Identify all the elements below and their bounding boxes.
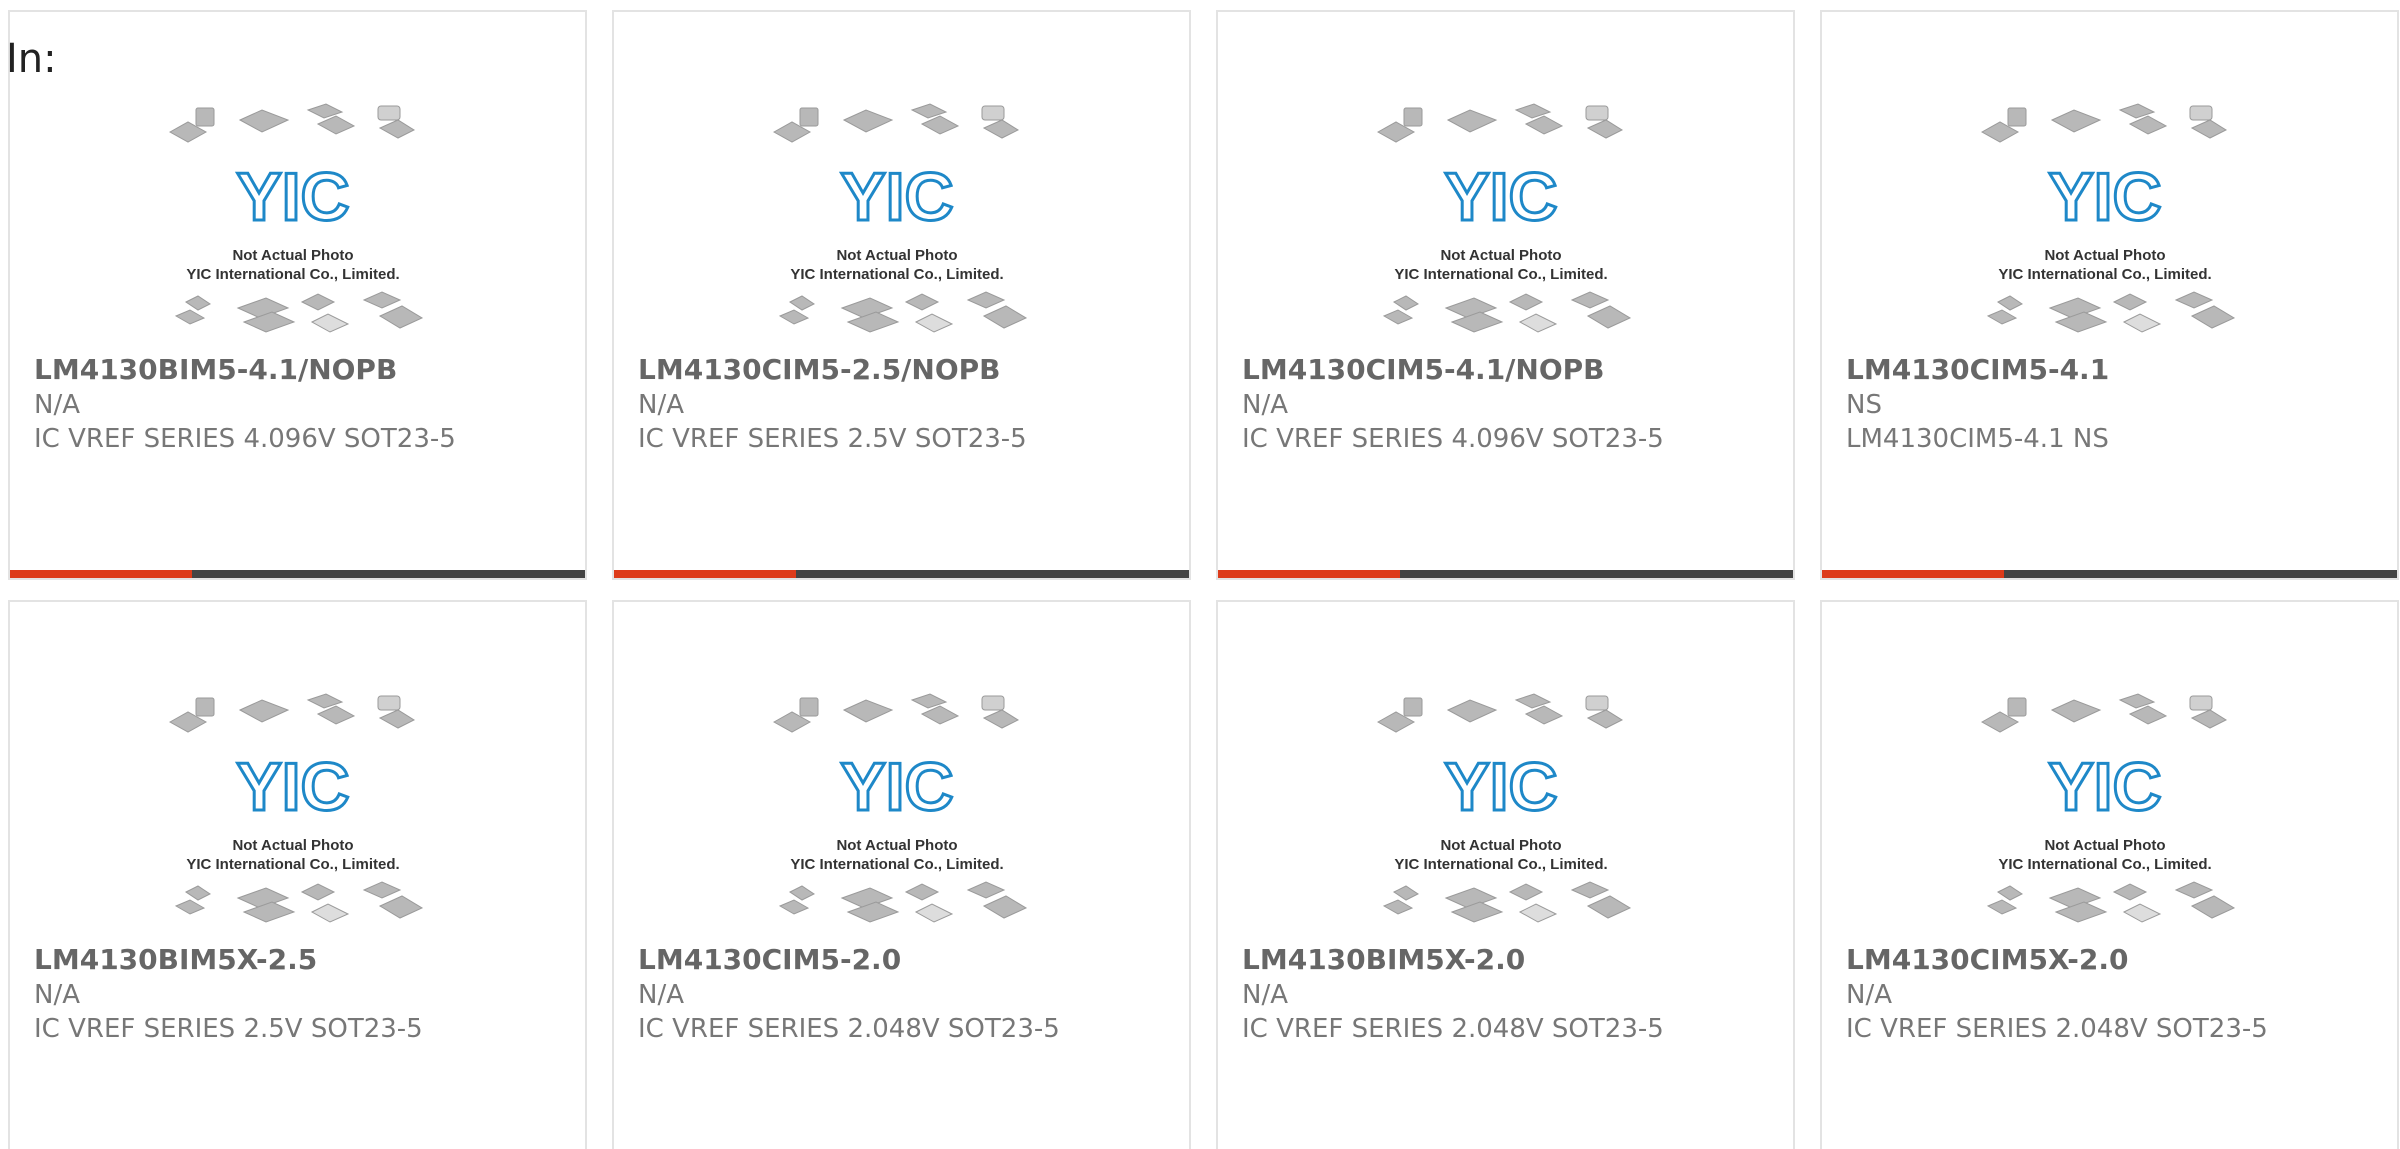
photo-caption-line2: YIC International Co., Limited. bbox=[1998, 266, 2211, 283]
product-photo[interactable]: YIC Not Actual Photo YIC International C… bbox=[1366, 692, 1636, 932]
photo-caption-line2: YIC International Co., Limited. bbox=[186, 856, 399, 873]
photo-caption-line2: YIC International Co., Limited. bbox=[186, 266, 399, 283]
product-card[interactable]: YIC Not Actual Photo YIC International C… bbox=[1820, 10, 2399, 580]
manufacturer: N/A bbox=[34, 980, 80, 1010]
in-label: In: bbox=[6, 36, 57, 82]
part-number[interactable]: LM4130CIM5-4.1/NOPB bbox=[1242, 352, 1781, 388]
manufacturer: N/A bbox=[638, 980, 684, 1010]
product-card[interactable]: YIC Not Actual Photo YIC International C… bbox=[1216, 10, 1795, 580]
photo-caption-line1: Not Actual Photo bbox=[2044, 247, 2165, 264]
description: IC VREF SERIES 2.048V SOT23-5 bbox=[1242, 1014, 1664, 1044]
photo-caption-line1: Not Actual Photo bbox=[1440, 837, 1561, 854]
part-number[interactable]: LM4130CIM5-2.5/NOPB bbox=[638, 352, 1177, 388]
photo-caption-line2: YIC International Co., Limited. bbox=[790, 266, 1003, 283]
yic-logo: YIC bbox=[236, 159, 349, 235]
product-photo[interactable]: YIC Not Actual Photo YIC International C… bbox=[762, 102, 1032, 342]
yic-logo: YIC bbox=[840, 749, 953, 825]
manufacturer: N/A bbox=[1242, 390, 1288, 420]
part-number[interactable]: LM4130BIM5-4.1/NOPB bbox=[34, 352, 573, 388]
product-grid: YIC Not Actual Photo YIC International C… bbox=[8, 10, 2399, 1149]
product-photo[interactable]: YIC Not Actual Photo YIC International C… bbox=[1970, 102, 2240, 342]
product-photo[interactable]: YIC Not Actual Photo YIC International C… bbox=[158, 102, 428, 342]
product-photo[interactable]: YIC Not Actual Photo YIC International C… bbox=[1366, 102, 1636, 342]
description: IC VREF SERIES 2.048V SOT23-5 bbox=[638, 1014, 1060, 1044]
part-number[interactable]: LM4130BIM5X-2.0 bbox=[1242, 942, 1781, 978]
description: IC VREF SERIES 4.096V SOT23-5 bbox=[1242, 424, 1664, 454]
photo-caption-line1: Not Actual Photo bbox=[232, 247, 353, 264]
manufacturer: N/A bbox=[34, 390, 80, 420]
manufacturer: N/A bbox=[638, 390, 684, 420]
product-photo[interactable]: YIC Not Actual Photo YIC International C… bbox=[1970, 692, 2240, 932]
description: IC VREF SERIES 2.5V SOT23-5 bbox=[638, 424, 1027, 454]
manufacturer: N/A bbox=[1242, 980, 1288, 1010]
card-bar bbox=[614, 570, 1189, 578]
part-number[interactable]: LM4130CIM5X-2.0 bbox=[1846, 942, 2385, 978]
card-bar bbox=[1822, 570, 2397, 578]
card-bar-accent bbox=[10, 570, 192, 578]
manufacturer: N/A bbox=[1846, 980, 1892, 1010]
photo-caption-line2: YIC International Co., Limited. bbox=[1998, 856, 2211, 873]
product-card[interactable]: YIC Not Actual Photo YIC International C… bbox=[612, 10, 1191, 580]
photo-caption-line2: YIC International Co., Limited. bbox=[1394, 266, 1607, 283]
yic-logo: YIC bbox=[2048, 749, 2161, 825]
yic-logo: YIC bbox=[236, 749, 349, 825]
card-bar-accent bbox=[1218, 570, 1400, 578]
card-bar-accent bbox=[614, 570, 796, 578]
card-bar-accent bbox=[1822, 570, 2004, 578]
part-number[interactable]: LM4130CIM5-4.1 bbox=[1846, 352, 2385, 388]
product-card[interactable]: YIC Not Actual Photo YIC International C… bbox=[1216, 600, 1795, 1149]
manufacturer: NS bbox=[1846, 390, 1882, 420]
photo-caption-line2: YIC International Co., Limited. bbox=[790, 856, 1003, 873]
part-number[interactable]: LM4130BIM5X-2.5 bbox=[34, 942, 573, 978]
product-card[interactable]: YIC Not Actual Photo YIC International C… bbox=[8, 600, 587, 1149]
yic-logo: YIC bbox=[1444, 749, 1557, 825]
card-bar bbox=[10, 570, 585, 578]
photo-caption-line1: Not Actual Photo bbox=[836, 247, 957, 264]
product-photo[interactable]: YIC Not Actual Photo YIC International C… bbox=[158, 692, 428, 932]
photo-caption-line2: YIC International Co., Limited. bbox=[1394, 856, 1607, 873]
yic-logo: YIC bbox=[2048, 159, 2161, 235]
description: IC VREF SERIES 4.096V SOT23-5 bbox=[34, 424, 456, 454]
photo-caption-line1: Not Actual Photo bbox=[2044, 837, 2165, 854]
product-card[interactable]: YIC Not Actual Photo YIC International C… bbox=[8, 10, 587, 580]
description: LM4130CIM5-4.1 NS bbox=[1846, 424, 2109, 454]
product-photo[interactable]: YIC Not Actual Photo YIC International C… bbox=[762, 692, 1032, 932]
part-number[interactable]: LM4130CIM5-2.0 bbox=[638, 942, 1177, 978]
yic-logo: YIC bbox=[840, 159, 953, 235]
page: In: YIC Not Actual Photo YIC Internation… bbox=[0, 0, 2400, 1149]
description: IC VREF SERIES 2.5V SOT23-5 bbox=[34, 1014, 423, 1044]
photo-caption-line1: Not Actual Photo bbox=[836, 837, 957, 854]
photo-caption-line1: Not Actual Photo bbox=[1440, 247, 1561, 264]
description: IC VREF SERIES 2.048V SOT23-5 bbox=[1846, 1014, 2268, 1044]
product-card[interactable]: YIC Not Actual Photo YIC International C… bbox=[1820, 600, 2399, 1149]
yic-logo: YIC bbox=[1444, 159, 1557, 235]
photo-caption-line1: Not Actual Photo bbox=[232, 837, 353, 854]
card-bar bbox=[1218, 570, 1793, 578]
product-card[interactable]: YIC Not Actual Photo YIC International C… bbox=[612, 600, 1191, 1149]
